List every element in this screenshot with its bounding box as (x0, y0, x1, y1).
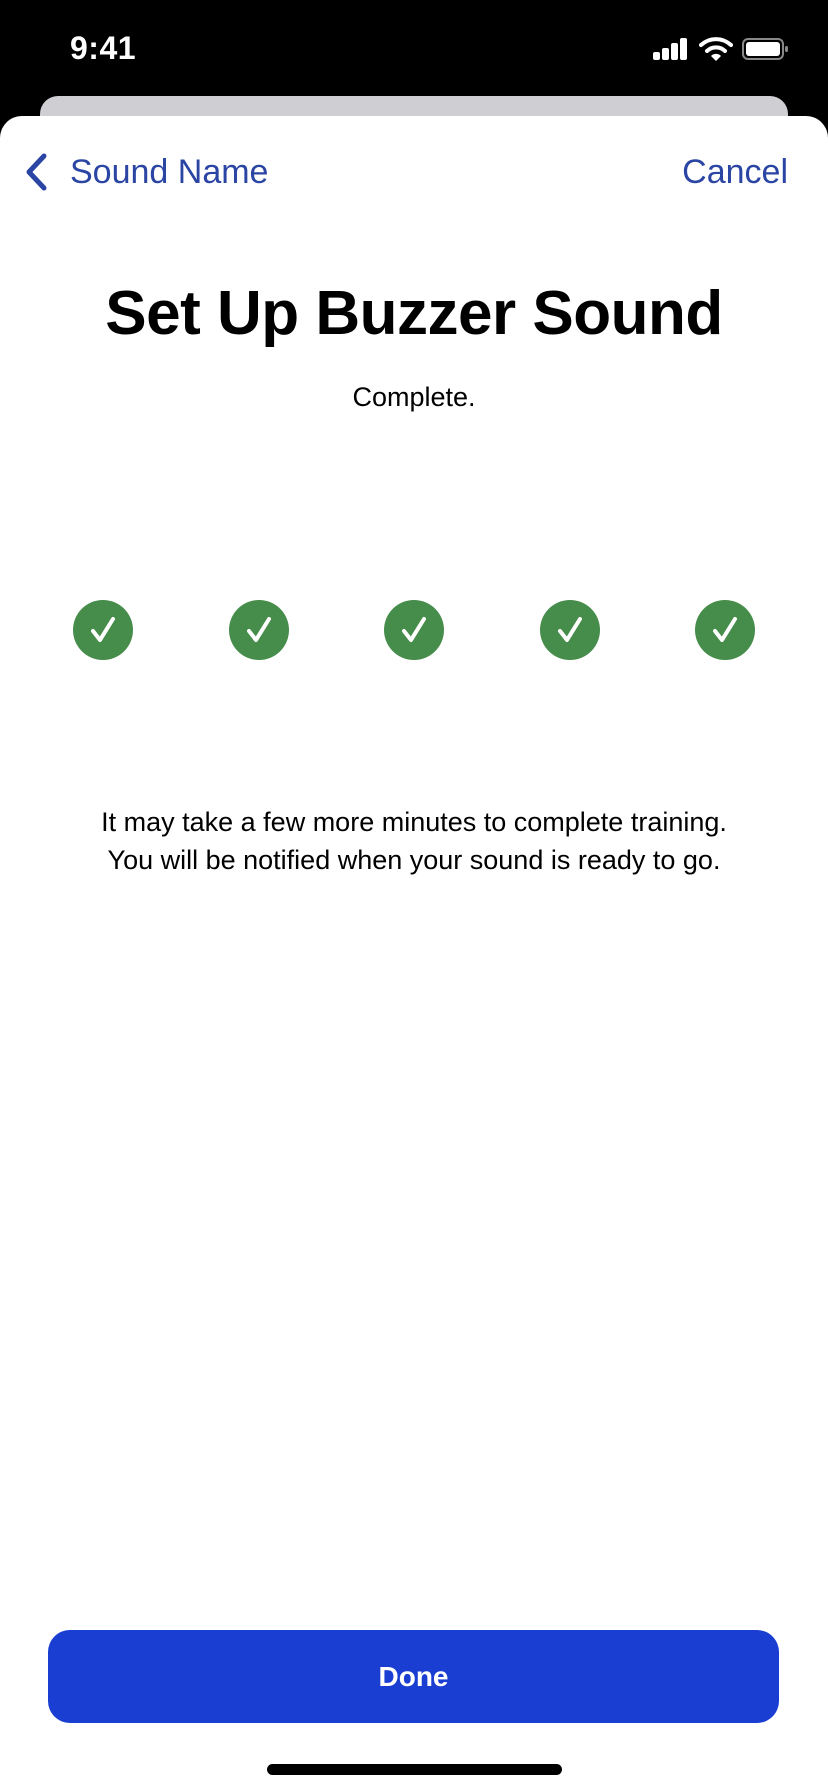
progress-steps (0, 600, 828, 660)
progress-step (384, 600, 444, 660)
progress-step (695, 600, 755, 660)
status-subtitle: Complete. (352, 382, 476, 412)
checkmark-icon (557, 617, 582, 642)
progress-step (73, 600, 133, 660)
cancel-button[interactable]: Cancel (682, 148, 788, 196)
cellular-signal-icon (653, 38, 689, 60)
status-time: 9:41 (70, 30, 137, 66)
chevron-left-icon (26, 153, 47, 191)
checkmark-icon (713, 617, 737, 642)
back-button-label: Sound Name (70, 152, 269, 191)
info-line-2: You will be notified when your sound is … (107, 845, 721, 875)
modal-sheet (0, 116, 828, 1792)
checkmark-icon (91, 617, 115, 642)
info-text: It may take a few more minutes to comple… (0, 803, 828, 879)
done-button[interactable]: Done (48, 1630, 779, 1723)
status-bar: 9:41 (0, 0, 828, 96)
back-button[interactable]: Sound Name (22, 148, 268, 196)
page-title: Set Up Buzzer Sound (105, 279, 723, 348)
progress-step (228, 600, 289, 660)
battery-icon (742, 38, 788, 60)
checkmark-icon (402, 617, 426, 642)
home-indicator[interactable] (267, 1764, 562, 1775)
checkmark-icon (246, 617, 271, 642)
wifi-icon (699, 37, 733, 61)
info-line-1: It may take a few more minutes to comple… (101, 807, 727, 837)
progress-step (539, 600, 600, 660)
